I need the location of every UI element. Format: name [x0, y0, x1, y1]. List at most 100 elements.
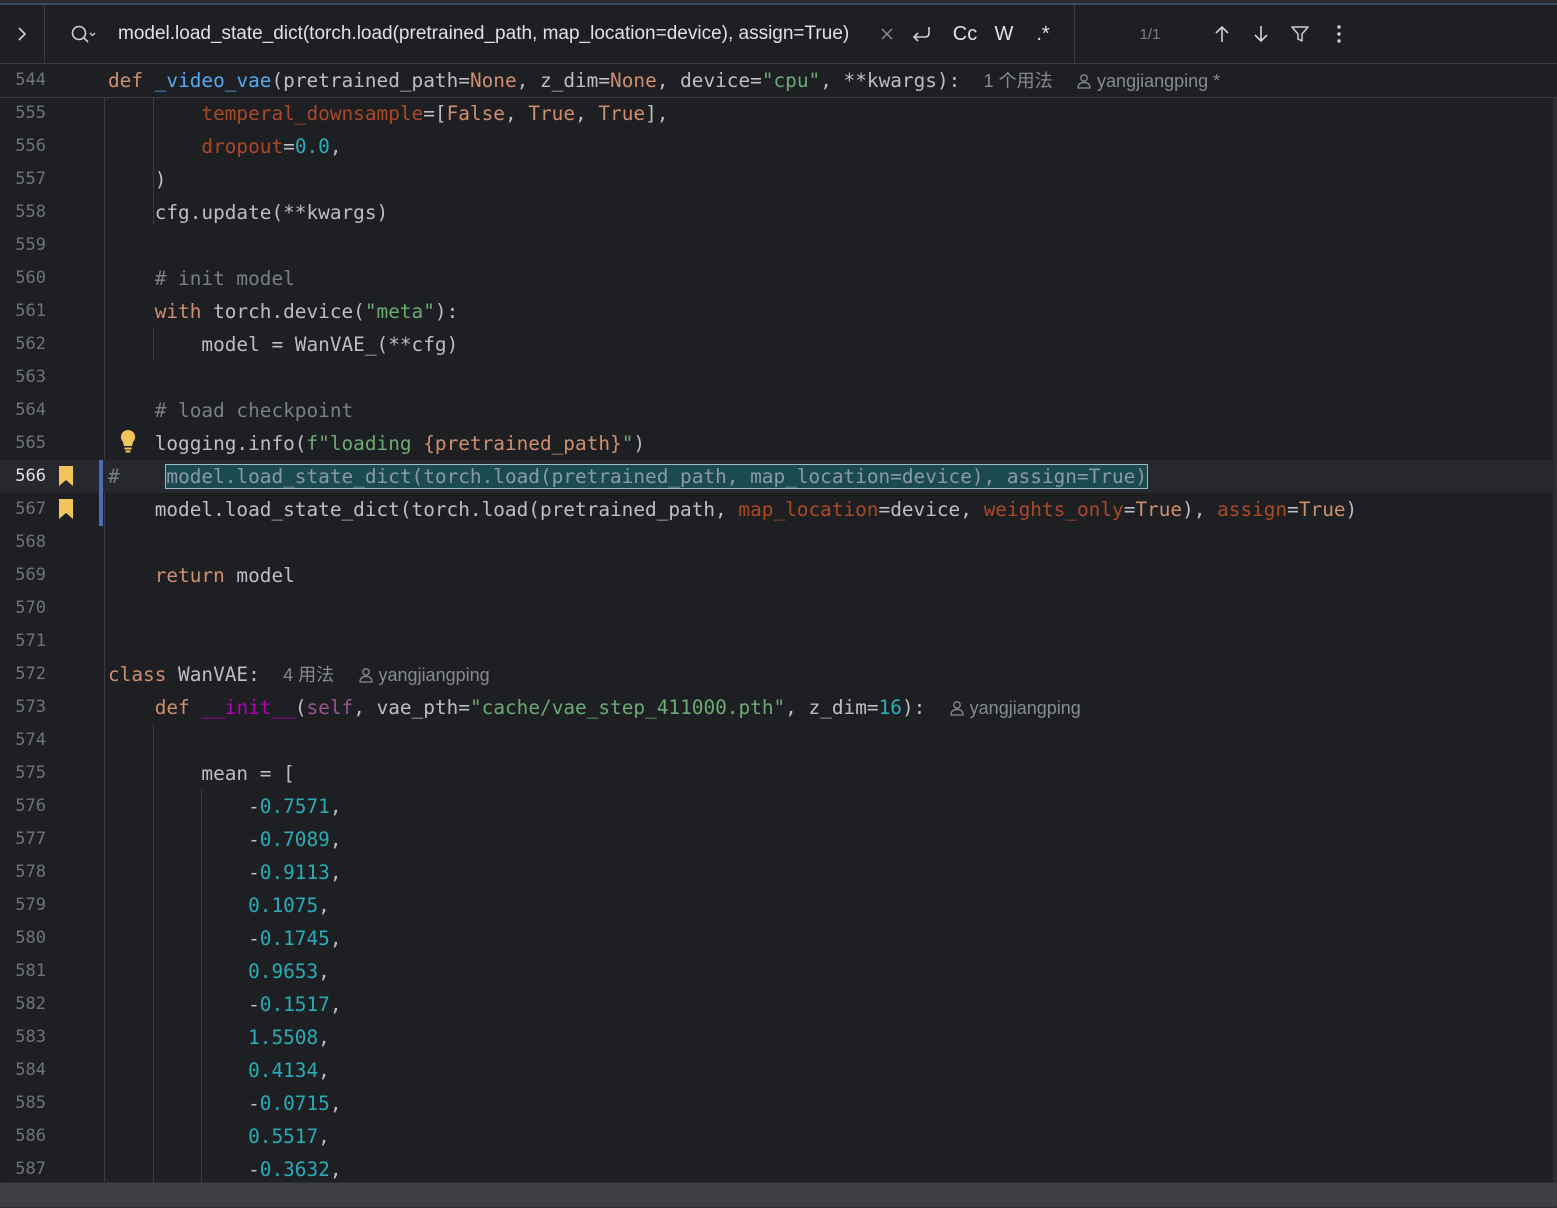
line-number: 558 — [15, 202, 46, 222]
clear-search-button[interactable] — [876, 5, 898, 63]
user-icon — [1077, 74, 1091, 89]
line-number: 575 — [15, 763, 46, 783]
code-line: 557 ) — [0, 163, 1557, 196]
line-number: 580 — [15, 928, 46, 948]
next-match-button[interactable] — [1247, 5, 1275, 63]
newline-button[interactable] — [906, 5, 936, 63]
code-line: 561 with torch.device("meta"): — [0, 295, 1557, 328]
line-number: 559 — [15, 235, 46, 255]
author-hint[interactable]: yangjiangping — [949, 698, 1081, 718]
code-line: 586 0.5517, — [0, 1120, 1557, 1153]
code-line: 560 # init model — [0, 262, 1557, 295]
line-number: 564 — [15, 400, 46, 420]
code-line: 582 -0.1517, — [0, 988, 1557, 1021]
code-line: 579 0.1075, — [0, 889, 1557, 922]
author-hint[interactable]: yangjiangping * — [1076, 71, 1220, 91]
line-number: 581 — [15, 961, 46, 981]
code-line: 559 — [0, 229, 1557, 262]
line-number: 562 — [15, 334, 46, 354]
line-number: 584 — [15, 1060, 46, 1080]
code-line: 570 — [0, 592, 1557, 625]
search-icon — [71, 25, 96, 43]
regex-toggle[interactable]: .* — [1028, 5, 1058, 63]
line-number: 577 — [15, 829, 46, 849]
code-line: 558 cfg.update(**kwargs) — [0, 196, 1557, 229]
code-line: 574 — [0, 724, 1557, 757]
line-number: 544 — [15, 70, 46, 90]
filter-button[interactable] — [1286, 5, 1314, 63]
line-number: 571 — [15, 631, 46, 651]
code-line: 555 temperal_downsample=[False, True, Tr… — [0, 97, 1557, 130]
code-line: 576 -0.7571, — [0, 790, 1557, 823]
line-number: 574 — [15, 730, 46, 750]
code-line: 556 dropout=0.0, — [0, 130, 1557, 163]
horizontal-scrollbar[interactable] — [0, 1182, 1557, 1208]
code-line: 571 — [0, 625, 1557, 658]
filter-icon — [1291, 26, 1309, 42]
bookmark-icon[interactable] — [58, 498, 74, 520]
search-input[interactable]: model.load_state_dict(torch.load(pretrai… — [118, 5, 849, 63]
close-icon — [881, 28, 893, 40]
code-editor[interactable]: 544 def _video_vae(pretrained_path=None,… — [0, 64, 1557, 1182]
line-number: 563 — [15, 367, 46, 387]
sticky-function-header[interactable]: 544 def _video_vae(pretrained_path=None,… — [0, 64, 1557, 98]
line-number: 572 — [15, 664, 46, 684]
expand-replace-button[interactable] — [0, 5, 44, 63]
code-line: 580 -0.1745, — [0, 922, 1557, 955]
author-hint[interactable]: yangjiangping — [358, 665, 490, 685]
line-number: 583 — [15, 1027, 46, 1047]
line-number: 555 — [15, 103, 46, 123]
chevron-right-icon — [18, 27, 27, 41]
line-number: 560 — [15, 268, 46, 288]
more-options-button[interactable] — [1326, 5, 1352, 63]
user-icon — [950, 701, 964, 716]
code-line: 569 return model — [0, 559, 1557, 592]
line-number: 565 — [15, 433, 46, 453]
code-line: 567 model.load_state_dict(torch.load(pre… — [0, 493, 1557, 526]
code-line: 572 class WanVAE: 4 用法 yangjiangping — [0, 658, 1557, 691]
code-line: 587 -0.3632, — [0, 1153, 1557, 1182]
line-number: 579 — [15, 895, 46, 915]
line-number: 566 — [15, 466, 46, 486]
code-line: 577 -0.7089, — [0, 823, 1557, 856]
whole-words-toggle[interactable]: W — [988, 5, 1020, 63]
match-count: 1/1 — [1139, 25, 1161, 43]
line-number: 568 — [15, 532, 46, 552]
line-number: 556 — [15, 136, 46, 156]
more-icon — [1337, 25, 1341, 43]
usages-hint[interactable]: 1 个用法 — [984, 71, 1053, 91]
code-line: 563 — [0, 361, 1557, 394]
code-line: 583 1.5508, — [0, 1021, 1557, 1054]
code-line: 578 -0.9113, — [0, 856, 1557, 889]
line-number: 570 — [15, 598, 46, 618]
line-number: 561 — [15, 301, 46, 321]
code-line: 575 mean = [ — [0, 757, 1557, 790]
code-line: 581 0.9653, — [0, 955, 1557, 988]
newline-icon — [912, 27, 930, 42]
code-line: def _video_vae(pretrained_path=None, z_d… — [108, 69, 1221, 92]
line-number: 567 — [15, 499, 46, 519]
line-number: 573 — [15, 697, 46, 717]
code-line: 564 # load checkpoint — [0, 394, 1557, 427]
line-number: 578 — [15, 862, 46, 882]
code-line: 584 0.4134, — [0, 1054, 1557, 1087]
vertical-scrollbar[interactable] — [1553, 64, 1557, 1182]
code-line-current: 566 # model.load_state_dict(torch.load(p… — [0, 460, 1557, 493]
find-bar: model.load_state_dict(torch.load(pretrai… — [0, 5, 1557, 64]
line-number: 587 — [15, 1159, 46, 1179]
match-case-toggle[interactable]: Cc — [948, 5, 982, 63]
arrow-down-icon — [1254, 26, 1268, 43]
code-line: 585 -0.0715, — [0, 1087, 1557, 1120]
search-match-highlight[interactable]: model.load_state_dict(torch.load(pretrai… — [165, 464, 1149, 489]
code-line: 573 def __init__(self, vae_pth="cache/va… — [0, 691, 1557, 724]
previous-match-button[interactable] — [1208, 5, 1236, 63]
bookmark-icon[interactable] — [58, 465, 74, 487]
scrollbar-thumb[interactable] — [0, 1183, 1557, 1207]
line-number: 569 — [15, 565, 46, 585]
line-number: 576 — [15, 796, 46, 816]
line-number: 586 — [15, 1126, 46, 1146]
code-line: 568 — [0, 526, 1557, 559]
line-number: 557 — [15, 169, 46, 189]
usages-hint[interactable]: 4 用法 — [283, 665, 334, 685]
search-history-button[interactable] — [64, 5, 102, 63]
